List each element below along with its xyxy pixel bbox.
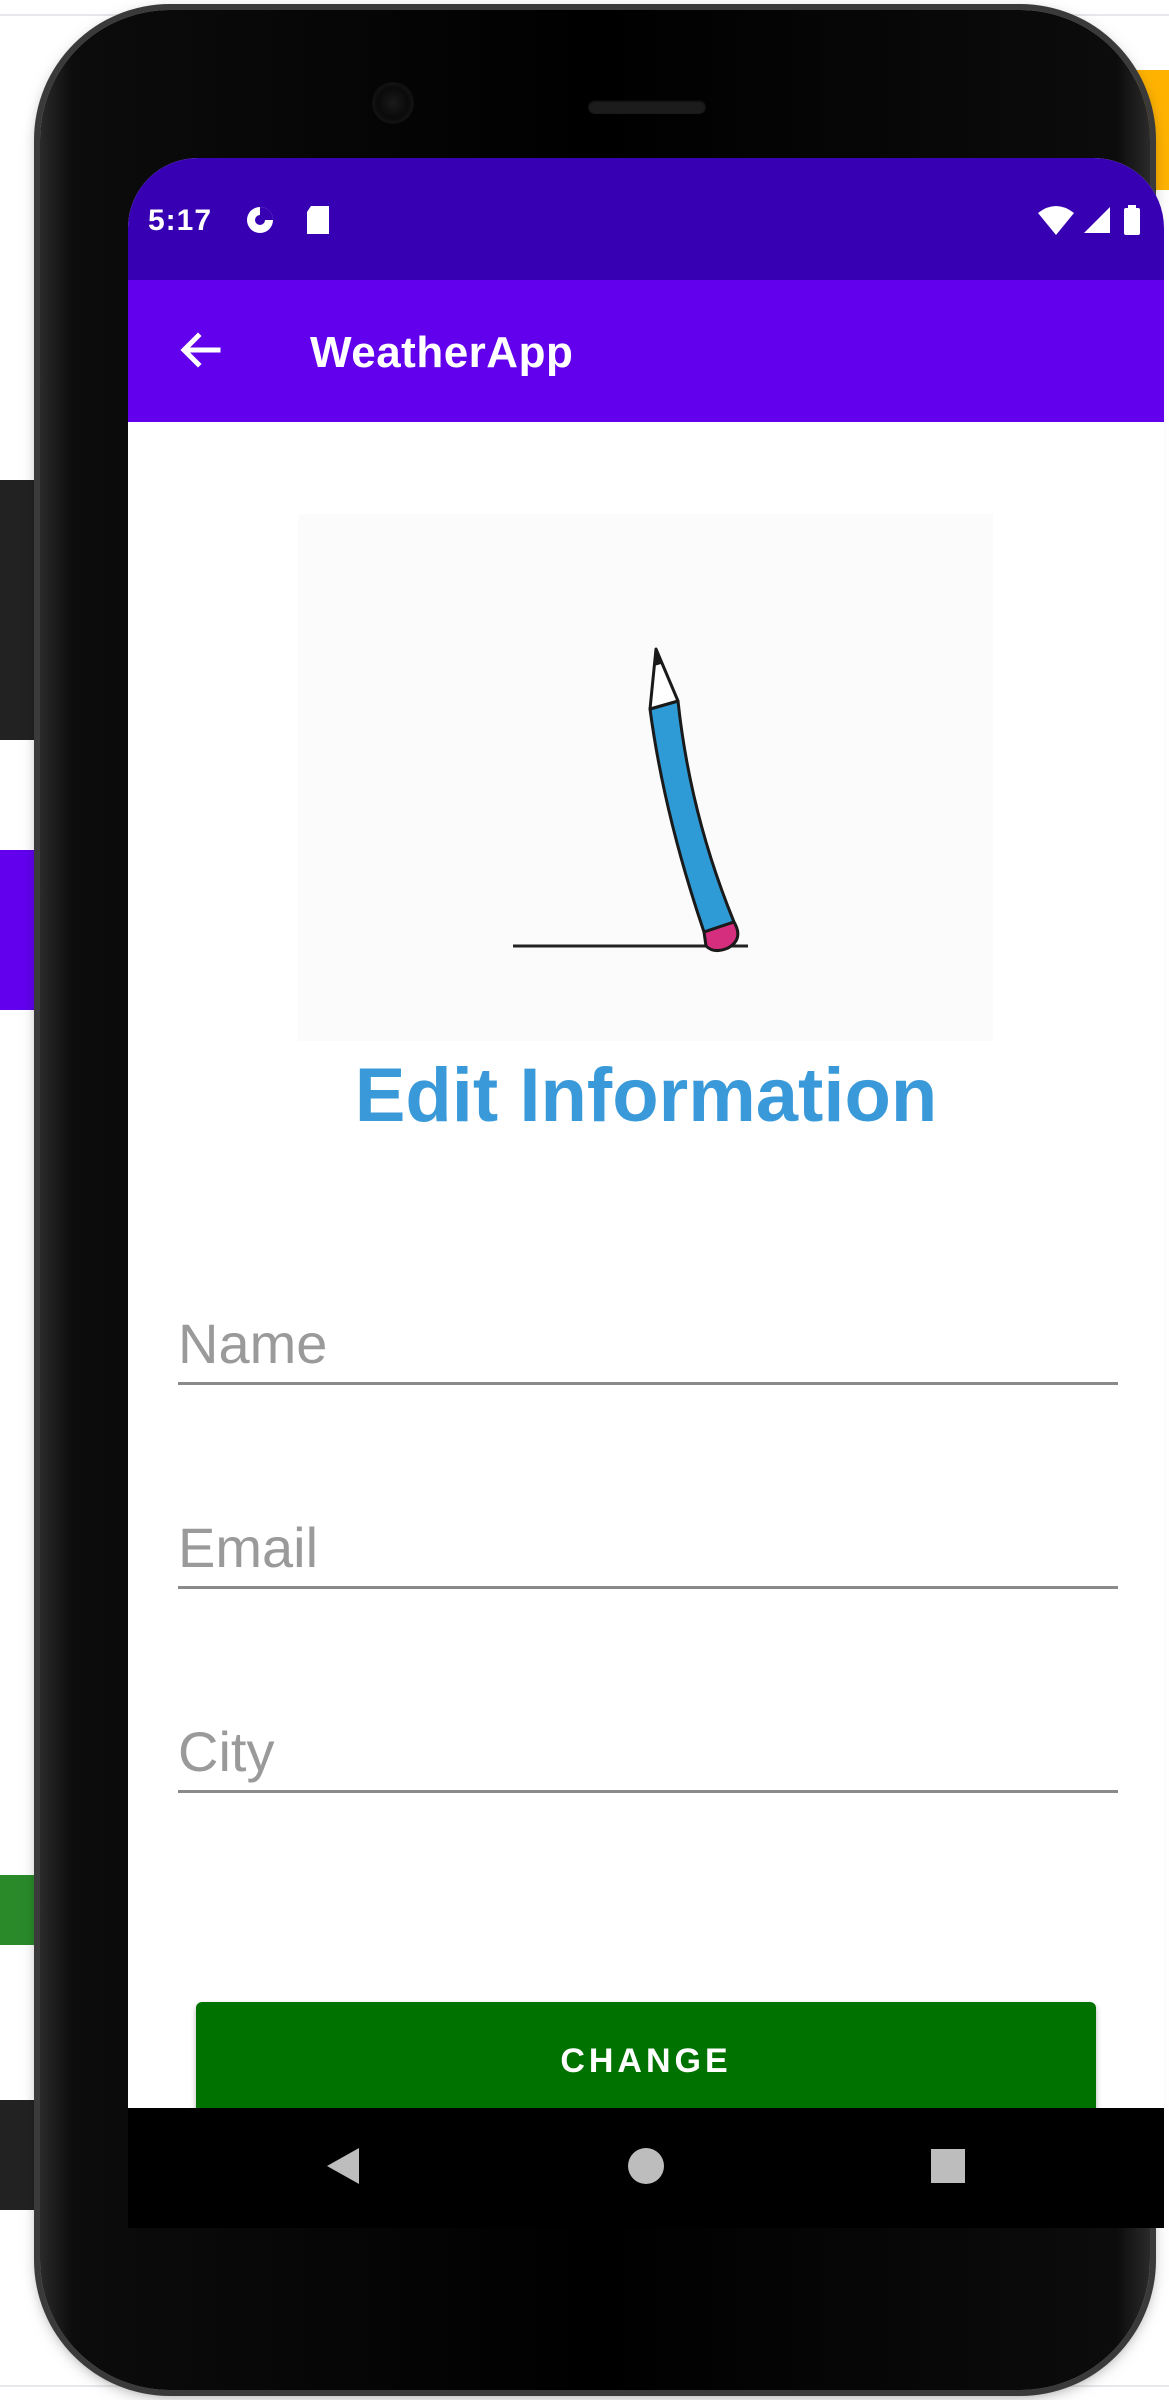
system-navigation-bar (128, 2108, 1164, 2228)
background-dark-block (0, 480, 40, 740)
phone-frame: 5:17 WeatherApp Edit Information Name Em… (40, 10, 1164, 2390)
main-content: Edit Information CHANGE (128, 422, 1164, 2120)
phone-screen: 5:17 WeatherApp Edit Information Name Em… (128, 158, 1164, 2228)
app-title: WeatherApp (310, 328, 574, 377)
battery-icon (1122, 203, 1142, 245)
city-field-container (178, 1690, 1118, 1793)
sd-card-icon (303, 203, 333, 245)
page-heading: Edit Information (354, 1053, 938, 1138)
app-bar: WeatherApp (128, 280, 1164, 422)
arrow-back-icon (178, 330, 222, 375)
home-circle-icon (626, 2146, 666, 2191)
back-button[interactable] (168, 320, 232, 384)
back-triangle-icon (325, 2146, 361, 2191)
nav-home-button[interactable] (616, 2138, 676, 2198)
pencil-illustration (298, 514, 993, 1041)
email-input[interactable] (178, 1515, 1118, 1580)
email-field-container (178, 1486, 1118, 1589)
name-input[interactable] (178, 1311, 1118, 1376)
data-saver-icon (243, 203, 277, 245)
signal-icon (1080, 203, 1112, 245)
name-field-container (178, 1282, 1118, 1385)
wifi-icon (1036, 203, 1076, 245)
recents-square-icon (929, 2147, 967, 2190)
city-input[interactable] (178, 1719, 1118, 1784)
status-bar: 5:17 (128, 158, 1164, 280)
nav-recents-button[interactable] (918, 2138, 978, 2198)
front-camera (375, 85, 411, 121)
change-button[interactable]: CHANGE (196, 2002, 1096, 2120)
background-dark-block (0, 2100, 40, 2210)
status-time: 5:17 (148, 204, 213, 237)
phone-top-bezel (40, 10, 1150, 160)
nav-back-button[interactable] (313, 2138, 373, 2198)
earpiece-speaker (588, 100, 706, 114)
